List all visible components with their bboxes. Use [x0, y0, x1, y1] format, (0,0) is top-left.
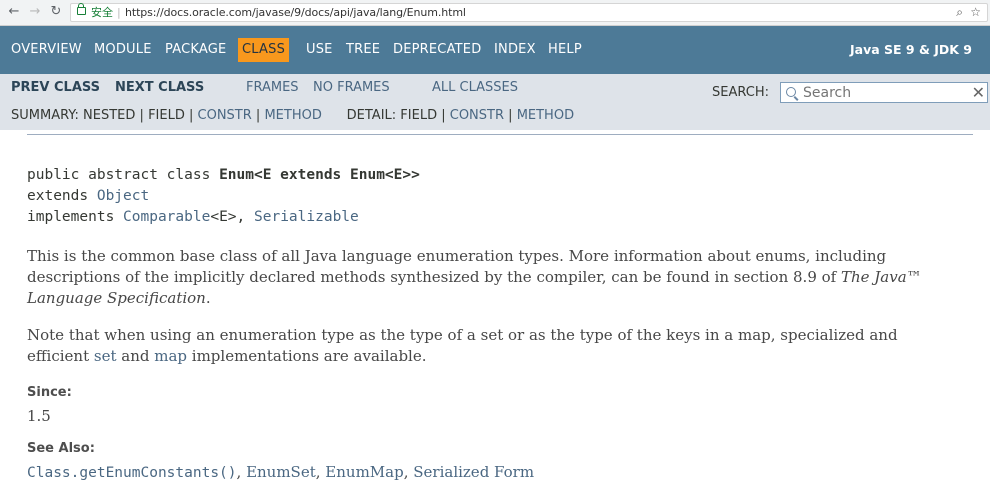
class-declaration: public abstract class Enum<E extends Enu… [27, 167, 420, 183]
search-input[interactable] [803, 83, 963, 102]
no-frames-link[interactable]: NO FRAMES [313, 80, 390, 95]
nav-overview[interactable]: OVERVIEW [11, 42, 82, 57]
url-separator: | [117, 6, 121, 19]
separator: | [139, 108, 144, 123]
enumset-link[interactable]: set [94, 347, 117, 365]
see-also-label: See Also: [27, 441, 95, 456]
detail-field: FIELD [400, 108, 438, 123]
secure-label: 安全 [91, 6, 113, 19]
comma: , [315, 463, 326, 481]
separator: | [188, 108, 194, 123]
summary-constr-link[interactable]: CONSTR [198, 108, 252, 123]
summary-field: FIELD [148, 108, 185, 123]
class-name: Enum<E extends Enum<E>> [219, 167, 420, 183]
all-classes-link[interactable]: ALL CLASSES [432, 80, 518, 95]
enummap-link[interactable]: map [154, 347, 187, 365]
nav-tree[interactable]: TREE [346, 42, 380, 57]
nav-package[interactable]: PACKAGE [165, 42, 226, 57]
description-text: This is the common base class of all Jav… [27, 247, 887, 286]
summary-detail-line: SUMMARY: NESTED | FIELD | CONSTR | METHO… [11, 108, 574, 123]
zoom-icon[interactable]: ⌕ [956, 4, 963, 21]
jdk-version-title: Java SE 9 & JDK 9 [850, 42, 972, 57]
prev-class-link[interactable]: PREV CLASS [11, 80, 100, 95]
comparable-link[interactable]: Comparable [123, 209, 210, 225]
extends-keyword: extends [27, 188, 97, 204]
nav-help[interactable]: HELP [548, 42, 582, 57]
separator: | [255, 108, 261, 123]
detail-constr-link[interactable]: CONSTR [450, 108, 504, 123]
search-icon [786, 87, 796, 97]
nav-use[interactable]: USE [306, 42, 333, 57]
url-text[interactable]: https://docs.oracle.com/javase/9/docs/ap… [125, 4, 466, 21]
next-class-link[interactable]: NEXT CLASS [115, 80, 204, 95]
description-paragraph-1: This is the common base class of all Jav… [27, 246, 957, 309]
summary-method-link[interactable]: METHOD [264, 108, 321, 123]
comma: , [236, 463, 247, 481]
implements-keyword: implements [27, 209, 124, 225]
reload-icon[interactable]: ↻ [48, 4, 64, 20]
search-box[interactable]: ✕ [780, 82, 988, 103]
serialized-form-link[interactable]: Serialized Form [413, 463, 534, 481]
forward-arrow-icon[interactable]: → [27, 4, 43, 20]
nav-module[interactable]: MODULE [94, 42, 152, 57]
note-end-text: implementations are available. [187, 347, 427, 365]
since-label: Since: [27, 385, 72, 400]
lock-icon [77, 3, 86, 15]
summary-label: SUMMARY: [11, 108, 79, 123]
and-text: and [116, 347, 155, 365]
object-link[interactable]: Object [97, 188, 149, 204]
see-also-links: Class.getEnumConstants(), EnumSet, EnumM… [27, 463, 534, 481]
detail-label: DETAIL: [346, 108, 397, 123]
back-arrow-icon[interactable]: ← [6, 4, 22, 20]
nav-index[interactable]: INDEX [494, 42, 536, 57]
see-also-enumset-link[interactable]: EnumSet [246, 463, 316, 481]
nav-class[interactable]: CLASS [238, 38, 290, 62]
implements-line: implements Comparable<E>, Serializable [27, 209, 359, 225]
clear-search-icon[interactable]: ✕ [972, 83, 985, 102]
browser-toolbar: ← → ↻ 安全 | https://docs.oracle.com/javas… [0, 0, 990, 26]
period: . [205, 289, 211, 307]
separator: | [508, 108, 513, 123]
top-navigation-bar: OVERVIEW MODULE PACKAGE CLASS USE TREE D… [0, 26, 990, 74]
get-enum-constants-link[interactable]: Class.getEnumConstants() [27, 465, 237, 481]
see-also-enummap-link[interactable]: EnumMap [325, 463, 403, 481]
nav-deprecated[interactable]: DEPRECATED [393, 42, 481, 57]
declaration-modifiers: public abstract class [27, 167, 220, 183]
sub-navigation-bar: PREV CLASS NEXT CLASS FRAMES NO FRAMES A… [0, 74, 990, 130]
separator: | [441, 108, 446, 123]
bookmark-star-icon[interactable]: ☆ [970, 4, 981, 21]
detail-method-link[interactable]: METHOD [517, 108, 574, 123]
comma: , [403, 463, 414, 481]
serializable-link[interactable]: Serializable [254, 209, 359, 225]
extends-line: extends Object [27, 188, 149, 204]
since-value: 1.5 [27, 407, 51, 425]
search-label: SEARCH: [712, 85, 769, 100]
content-divider [27, 134, 973, 135]
frames-link[interactable]: FRAMES [246, 80, 299, 95]
type-param: <E>, [210, 209, 254, 225]
address-bar[interactable]: 安全 | https://docs.oracle.com/javase/9/do… [70, 3, 988, 22]
description-paragraph-2: Note that when using an enumeration type… [27, 325, 957, 367]
summary-nested: NESTED [83, 108, 136, 123]
